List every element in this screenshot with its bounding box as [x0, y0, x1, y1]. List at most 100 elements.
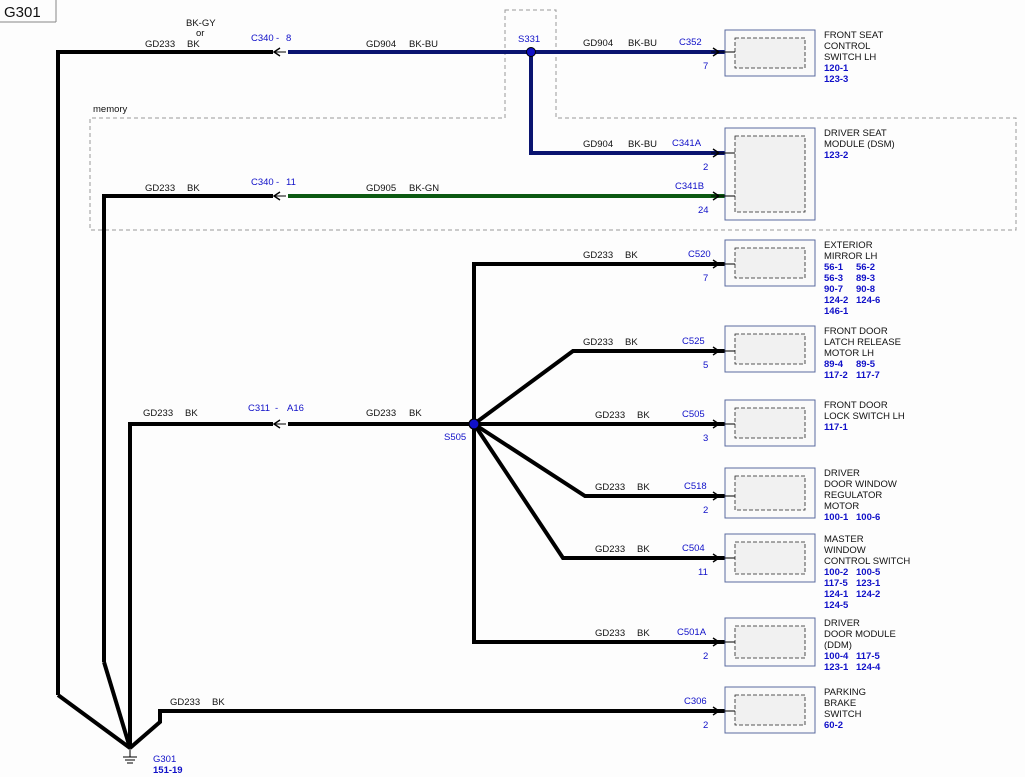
wire-bundle-a: [56, 693, 132, 750]
splice-s331: [526, 47, 536, 57]
connector-label: C341A: [672, 138, 702, 149]
component-ref: 100-1: [824, 512, 849, 523]
pin-label: 11: [698, 567, 708, 578]
s505-right-color: BK: [409, 408, 422, 419]
component-name-line: REGULATOR: [824, 490, 882, 501]
pin-label: 2: [703, 720, 708, 731]
component-ref: 124-5: [824, 600, 849, 611]
memory-left-color: BK: [187, 183, 200, 194]
component-ref: 124-1: [824, 589, 849, 600]
component-name-line: SWITCH LH: [824, 52, 876, 63]
component-name-line: DOOR WINDOW: [824, 479, 897, 490]
component-ref: 117-5: [856, 651, 880, 662]
component-c525: GD233 BK C525 5 FRONT DOORLATCH RELEASEMOTOR…: [583, 325, 901, 381]
wire-circuit-label: GD233: [170, 697, 200, 708]
component-name-line: MODULE (DSM): [824, 139, 895, 150]
top-connector: C340: [251, 33, 274, 44]
s505-right-circuit: GD233: [366, 408, 396, 419]
memory-left-circuit: GD233: [145, 183, 175, 194]
wire-ground-bundle: [56, 661, 725, 750]
component-ref: 89-5: [856, 359, 876, 370]
top-pin: 8: [286, 33, 291, 44]
component-ref: 60-2: [824, 720, 843, 731]
ground-label: G301: [153, 754, 176, 765]
connector-label: C341B: [675, 181, 704, 192]
component-name-line: MASTER: [824, 534, 864, 545]
component-name-line: MIRROR LH: [824, 251, 877, 262]
component-ref: 56-3: [824, 273, 843, 284]
component-ref: 117-2: [824, 370, 848, 381]
diagram-title: G301: [4, 4, 41, 21]
wire-color-label: BK-BU: [628, 139, 657, 150]
splice-s505: [468, 418, 480, 430]
component-c341a: GD904 BK-BU C341A 2 DRIVER SEATMODULE (DSM)1…: [583, 127, 895, 221]
component-ref: 117-1: [824, 422, 848, 433]
wire-circuit-label: GD233: [595, 482, 625, 493]
wire-circuit-label: GD904: [583, 38, 613, 49]
connector-label: C520: [688, 249, 711, 260]
splice-s331-label: S331: [518, 34, 540, 45]
component-ref: 100-4: [824, 651, 849, 662]
wire-bundle-b: [102, 661, 132, 749]
component-name-line: MOTOR: [824, 501, 859, 512]
splice-s505-label: S505: [444, 432, 466, 443]
s505-dash: -: [275, 403, 278, 414]
pin-label: 7: [703, 273, 708, 284]
top-right-color: BK-BU: [409, 39, 438, 50]
component-name-line: LOCK SWITCH LH: [824, 411, 905, 422]
component-name-line: FRONT DOOR: [824, 400, 888, 411]
wire-color-label: BK: [637, 544, 650, 555]
wire-circuit-label: GD233: [583, 250, 613, 261]
top-alt-or: or: [196, 28, 204, 39]
pin-label: 3: [703, 433, 708, 444]
inline-connector-c311: [272, 419, 286, 429]
component-name-line: FRONT DOOR: [824, 326, 888, 337]
s505-pin: A16: [287, 403, 304, 414]
wire-circuit-label: GD904: [583, 139, 613, 150]
component-ref: 56-2: [856, 262, 875, 273]
memory-connector: C340: [251, 177, 274, 188]
memory-right-color: BK-GN: [409, 183, 439, 194]
inline-connector-c340-8: [272, 47, 286, 57]
component-inner-box: [734, 333, 806, 365]
component-name-line: CONTROL SWITCH: [824, 556, 910, 567]
wire-color-label: BK: [637, 628, 650, 639]
connector-label: C505: [682, 409, 705, 420]
component-ref: 146-1: [824, 306, 849, 317]
component-c520: GD233 BK C520 7 EXTERIORMIRROR LH56-1 56-2 56-…: [583, 239, 880, 317]
wire-top-gd233: [56, 50, 725, 695]
component-ref: 124-2: [824, 295, 848, 306]
component-name-line: WINDOW: [824, 545, 866, 556]
component-ref: 90-8: [856, 284, 875, 295]
component-c504: GD233 BK C50411MASTERWINDOWCONTROL SWITCH1…: [595, 533, 910, 611]
wire-s505: [128, 262, 725, 740]
connector-label: C306: [684, 696, 707, 707]
component-name-line: (DDM): [824, 640, 852, 651]
component-inner-box: [734, 135, 806, 213]
ground-symbol: [123, 748, 137, 764]
component-c501a: GD233 BK C501A 2 DRIVERDOOR MODULE(DDM)100-4…: [595, 617, 896, 673]
component-ref: 123-1: [856, 578, 881, 589]
pin-label: 2: [703, 651, 708, 662]
wire-c306: [128, 709, 725, 750]
s505-left-color: BK: [185, 408, 198, 419]
wire-color-label: BK: [625, 250, 638, 261]
component-name-line: BRAKE: [824, 698, 856, 709]
pin-label: 2: [703, 505, 708, 516]
wire-circuit-label: GD233: [595, 544, 625, 555]
ground-ref: 151-19: [153, 765, 183, 776]
top-left-color: BK: [187, 39, 200, 50]
connector-label: C525: [682, 336, 705, 347]
wire-color-label: BK: [212, 697, 225, 708]
component-inner-box: [734, 475, 806, 511]
memory-dash: -: [276, 177, 279, 188]
pin-label: 2: [703, 162, 708, 173]
component-inner-box: [734, 694, 806, 726]
component-list: GD904 BK-BU C3527FRONT SEATCONTROLSWITCH L…: [170, 29, 910, 734]
top-left-circuit: GD233: [145, 39, 175, 50]
component-name-line: MOTOR LH: [824, 348, 874, 359]
component-ref: 90-7: [824, 284, 843, 295]
memory-pin: 11: [286, 177, 296, 188]
component-ref: 123-3: [824, 74, 848, 85]
component-name-line: LATCH RELEASE: [824, 337, 901, 348]
